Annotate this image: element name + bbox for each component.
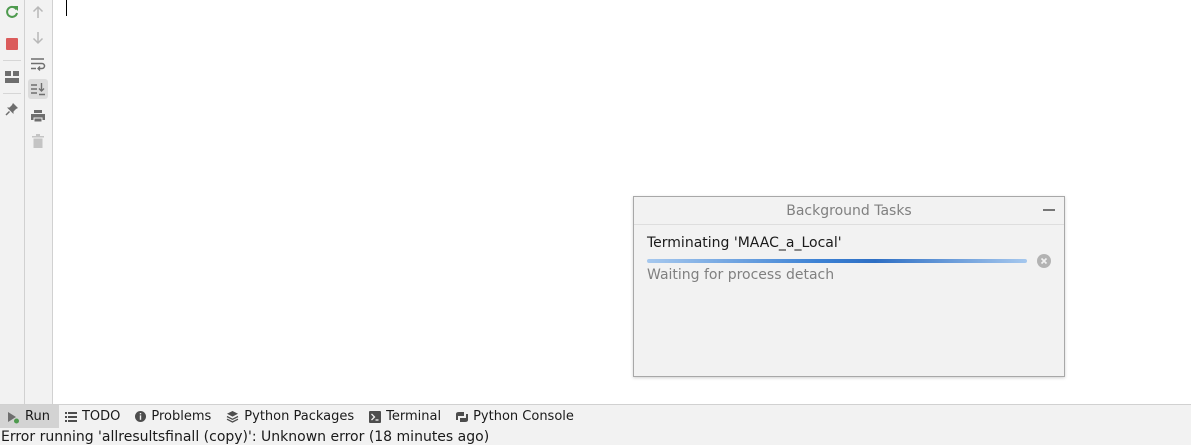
down-button[interactable] xyxy=(28,28,48,48)
tab-run[interactable]: Run xyxy=(0,405,59,428)
soft-wrap-icon xyxy=(31,58,46,71)
print-icon xyxy=(31,110,45,123)
toolbar-divider xyxy=(3,93,21,94)
layout-button[interactable] xyxy=(2,67,22,87)
tab-label: TODO xyxy=(81,409,121,424)
arrow-up-icon xyxy=(32,5,44,18)
popup-title: Background Tasks xyxy=(786,202,912,219)
scroll-to-end-icon xyxy=(31,83,45,96)
pin-button[interactable] xyxy=(2,99,22,119)
tab-problems[interactable]: Problems xyxy=(129,405,220,428)
up-button[interactable] xyxy=(28,2,48,22)
rerun-button[interactable] xyxy=(2,2,22,22)
tab-python-packages[interactable]: Python Packages xyxy=(220,405,363,428)
tool-window-bar: Run TODO Problems Python Packages Termin… xyxy=(0,404,1191,428)
tab-label: Run xyxy=(25,409,50,424)
list-icon xyxy=(64,411,77,422)
task-name: Terminating 'MAAC_a_Local' xyxy=(647,235,842,251)
console-actions-toolbar xyxy=(25,0,53,404)
popup-header: Background Tasks xyxy=(634,197,1064,225)
tab-label: Terminal xyxy=(386,409,442,424)
run-actions-toolbar xyxy=(0,0,25,404)
layout-icon xyxy=(5,71,19,83)
run-icon xyxy=(6,410,20,424)
clear-all-button[interactable] xyxy=(28,131,48,151)
minimize-icon xyxy=(1043,209,1055,211)
toolbar-divider xyxy=(3,60,21,61)
stop-button[interactable] xyxy=(2,34,22,54)
info-icon xyxy=(135,411,147,422)
tab-label: Python Packages xyxy=(244,409,355,424)
progress-fill xyxy=(647,259,1027,263)
layers-icon xyxy=(226,410,239,423)
tab-terminal[interactable]: Terminal xyxy=(363,405,450,428)
cancel-task-button[interactable] xyxy=(1037,254,1051,268)
task-status: Waiting for process detach xyxy=(647,267,835,283)
status-bar[interactable]: Error running 'allresultsfinall (copy)':… xyxy=(0,428,1191,445)
rerun-icon xyxy=(6,5,18,18)
soft-wrap-button[interactable] xyxy=(28,54,48,74)
arrow-down-icon xyxy=(32,32,44,45)
print-button[interactable] xyxy=(28,106,48,126)
terminal-icon xyxy=(369,410,382,423)
scroll-to-end-button[interactable] xyxy=(28,79,48,99)
tab-todo[interactable]: TODO xyxy=(59,405,129,428)
status-message[interactable]: Error running 'allresultsfinall (copy)':… xyxy=(1,429,489,445)
text-caret xyxy=(66,0,67,16)
minimize-button[interactable] xyxy=(1040,201,1058,219)
tab-python-console[interactable]: Python Console xyxy=(450,405,583,428)
stop-icon xyxy=(6,38,18,50)
background-tasks-popup: Background Tasks Terminating 'MAAC_a_Loc… xyxy=(633,196,1065,377)
tab-label: Python Console xyxy=(473,409,574,424)
pin-icon xyxy=(5,103,18,116)
trash-icon xyxy=(32,134,44,148)
cancel-icon xyxy=(1037,254,1051,268)
task-progress-bar xyxy=(647,259,1027,263)
tab-label: Problems xyxy=(151,409,212,424)
python-icon xyxy=(456,411,469,423)
